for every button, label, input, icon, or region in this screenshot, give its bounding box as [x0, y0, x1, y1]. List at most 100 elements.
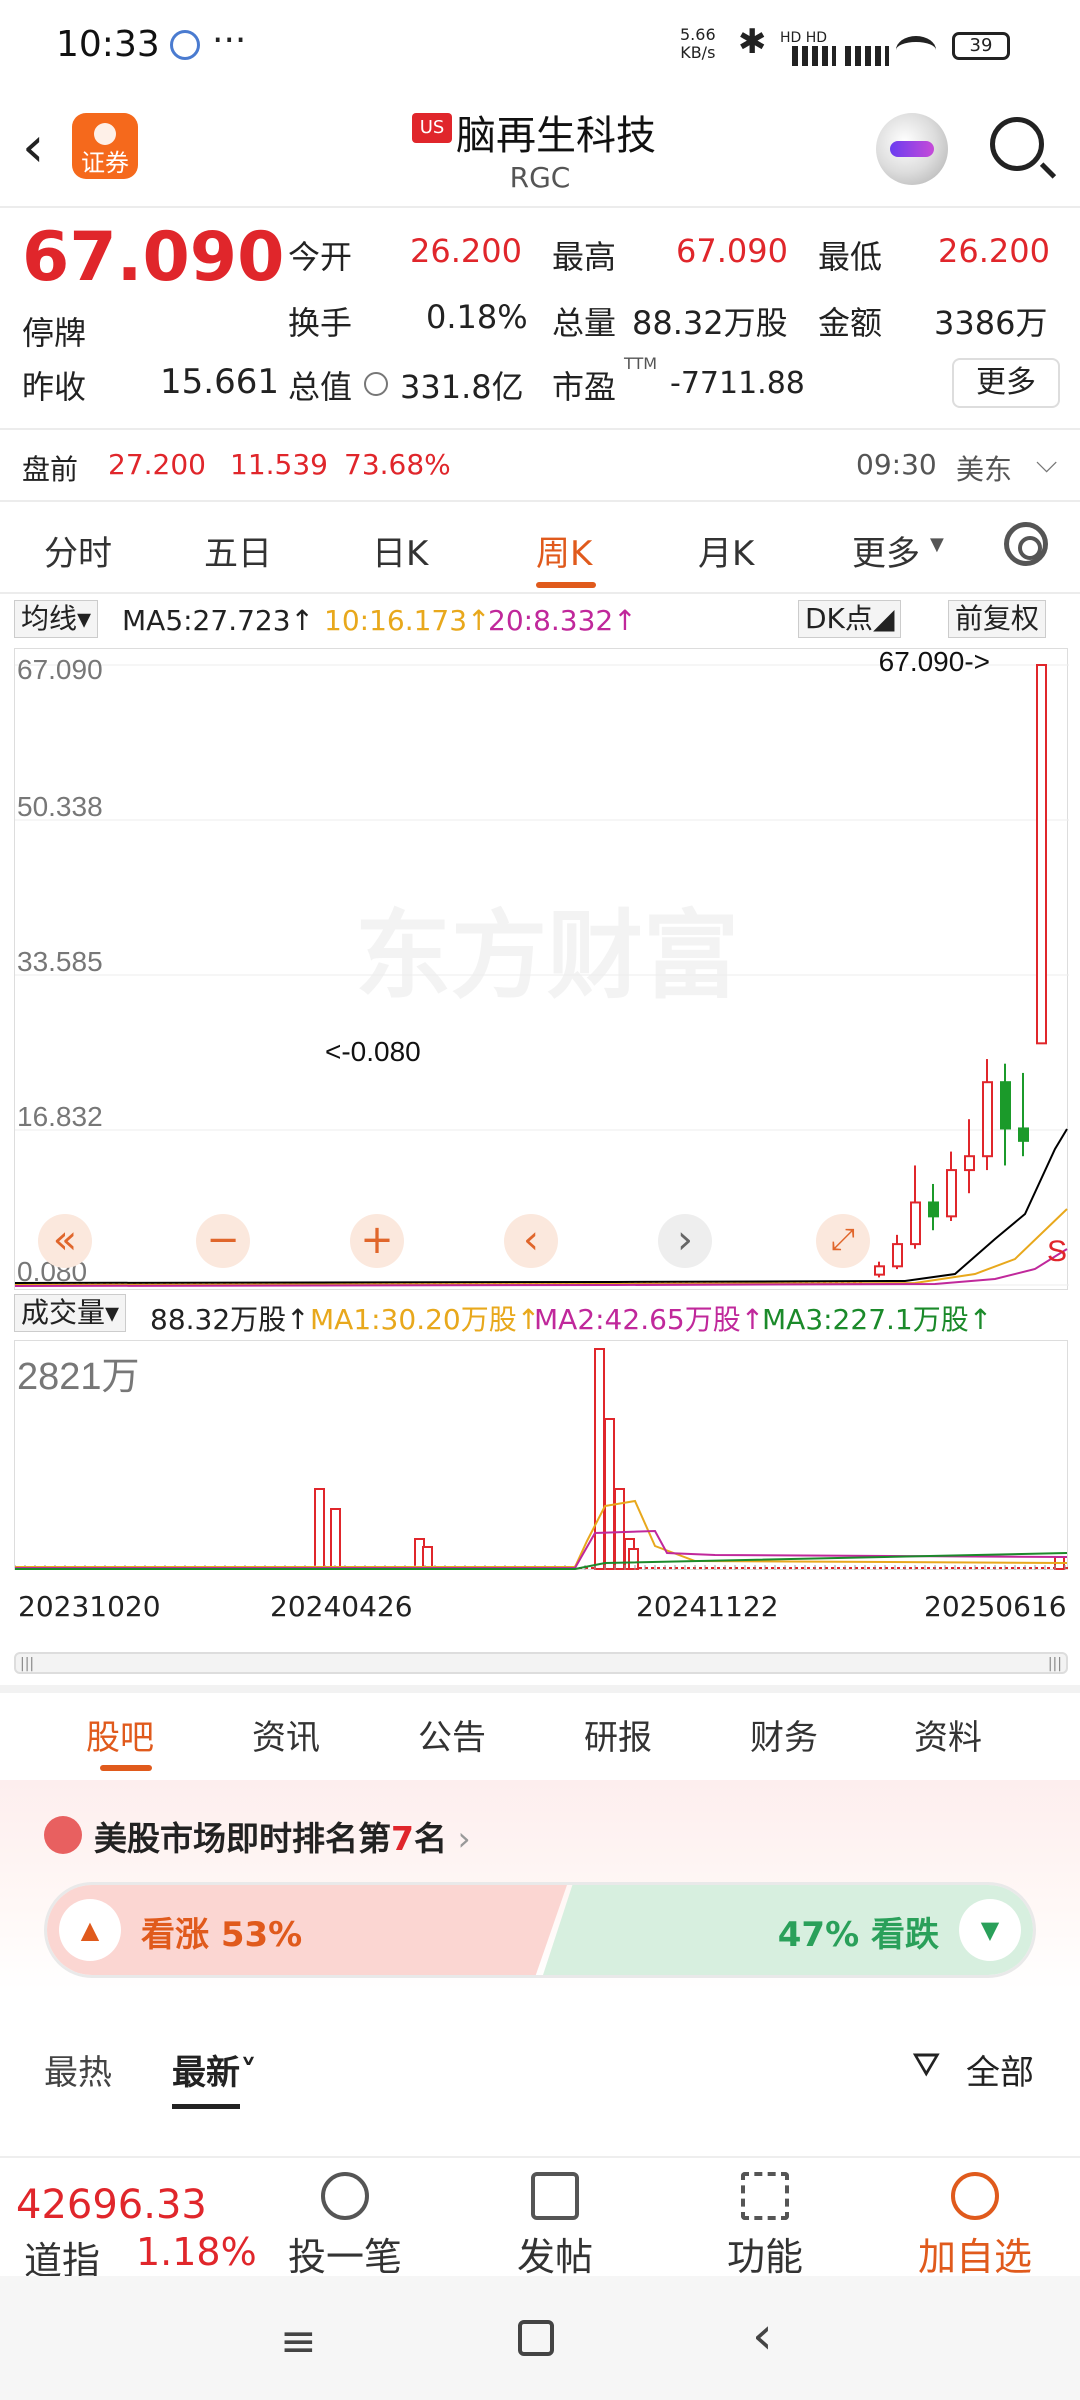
chart-range-scrollbar[interactable]: ||| ||| — [14, 1652, 1068, 1674]
candlestick-chart[interactable]: 东方财富 67.090 50.338 33.585 16.832 0.080 67.09… — [14, 646, 1069, 1290]
filter-underline — [172, 2104, 240, 2109]
volume-bar — [969, 1567, 972, 1569]
dk-point-selector[interactable]: DK点◢ — [798, 600, 902, 638]
settings-gear-icon[interactable] — [1004, 522, 1048, 566]
chart-watermark: 东方财富 — [355, 903, 739, 1010]
volume-bar — [1047, 1567, 1050, 1569]
volume-bar — [594, 1348, 605, 1570]
volume-bar — [614, 1488, 625, 1570]
search-icon[interactable] — [990, 117, 1044, 171]
bottom-toolbar: 42696.33 道指 1.18% 投一笔 发帖 功能 加自选 — [0, 2156, 1080, 2283]
volume-indicator-selector[interactable]: 成交量▾ — [14, 1294, 127, 1332]
premarket-time: 09:30 — [856, 448, 937, 481]
scroll-handle-right[interactable]: ||| — [1048, 1656, 1062, 1672]
filter-icon[interactable]: ⛛ — [912, 2045, 941, 2085]
grid-icon — [741, 2172, 789, 2220]
tab-weekly-k[interactable]: 周K — [536, 526, 592, 575]
tab-intraday[interactable]: 分时 — [44, 526, 112, 575]
tab-announcements[interactable]: 公告 — [418, 1710, 486, 1759]
turnover-label: 换手 — [288, 304, 353, 342]
tab-financials[interactable]: 财务 — [750, 1710, 818, 1759]
bet-button[interactable]: 投一笔 — [280, 2172, 410, 2281]
candle-body — [1000, 1081, 1011, 1130]
plus-circle-icon — [951, 2172, 999, 2220]
volume-bar — [1041, 1567, 1044, 1569]
volume-bar — [999, 1567, 1002, 1569]
add-watchlist-button[interactable]: 加自选 — [900, 2172, 1050, 2281]
candle-body — [982, 1081, 993, 1158]
assistant-robot-icon[interactable] — [876, 113, 948, 185]
volume-chart[interactable]: 2821万 — [14, 1340, 1068, 1570]
status-bar: 10:33 ··· 5.66 KB/s ✱ HD HD 39 — [0, 0, 1080, 90]
tab-daily-k[interactable]: 日K — [372, 526, 428, 575]
volume-bar — [801, 1567, 804, 1569]
volume-bar — [909, 1567, 912, 1569]
filter-newest[interactable]: 最新˅ — [172, 2045, 257, 2094]
tab-profile[interactable]: 资料 — [914, 1710, 982, 1759]
candle-body — [928, 1201, 939, 1218]
volume-bar — [861, 1567, 864, 1569]
scroll-handle-left[interactable]: ||| — [20, 1656, 34, 1672]
tab-monthly-k[interactable]: 月K — [698, 526, 754, 575]
volume-bar — [759, 1567, 762, 1569]
chart-period-tabs: 分时 五日 日K 周K 月K 更多 ▼ — [0, 500, 1080, 592]
ma20-value: 20:8.332↑ — [488, 604, 637, 637]
volume-bar — [1029, 1567, 1032, 1569]
volume-bar — [939, 1567, 942, 1569]
back-nav-icon[interactable]: ‹ — [752, 2306, 773, 2366]
volume-bar — [657, 1567, 660, 1569]
open-value: 26.200 — [410, 232, 522, 270]
tab-research[interactable]: 研报 — [584, 1710, 652, 1759]
max-price-marker: 67.090-> — [879, 649, 990, 677]
candle-body — [946, 1169, 957, 1218]
scroll-right-icon[interactable]: › — [658, 1214, 712, 1268]
sell-signal-marker: S — [1047, 1235, 1067, 1268]
volume-bar — [699, 1567, 702, 1569]
features-button[interactable]: 功能 — [710, 2172, 820, 2281]
bearish-percent: 47% 看跌 — [777, 1915, 939, 1955]
tab-five-day[interactable]: 五日 — [204, 526, 272, 575]
date-tick-1: 20231020 — [18, 1590, 161, 1623]
vote-down-button[interactable]: ▼ — [959, 1899, 1021, 1961]
tab-news[interactable]: 资讯 — [252, 1710, 320, 1759]
vol-ma1: MA1:30.20万股↑ — [310, 1303, 541, 1336]
stock-header: ‹ 证券 US 脑再生科技 RGC — [0, 95, 1080, 205]
index-value[interactable]: 42696.33 — [16, 2182, 207, 2228]
volume-bar — [777, 1567, 780, 1569]
status-time: 10:33 — [56, 24, 160, 65]
system-nav-bar: ≡ ‹ — [0, 2276, 1080, 2400]
vote-up-button[interactable]: ▲ — [59, 1899, 121, 1961]
zoom-out-icon[interactable]: − — [196, 1214, 250, 1268]
fullscreen-icon[interactable]: ⤢ — [816, 1214, 870, 1268]
volume-value: 88.32万股↑ — [150, 1303, 310, 1336]
candle-body — [1036, 664, 1047, 1045]
y-tick-label: 16.832 — [17, 1101, 103, 1132]
more-quote-button[interactable]: 更多 — [952, 358, 1060, 408]
price-adjust-selector[interactable]: 前复权 — [948, 600, 1047, 638]
divider — [0, 428, 1080, 430]
ma-type-selector[interactable]: 均线▾ — [14, 600, 99, 638]
y-tick-label: 67.090 — [17, 654, 103, 685]
premarket-price: 27.200 — [108, 448, 206, 481]
home-icon[interactable] — [518, 2320, 554, 2356]
volume-bar — [1017, 1567, 1020, 1569]
volume-bar — [591, 1567, 594, 1569]
amount-label: 金额 — [818, 304, 883, 342]
rewind-icon[interactable]: « — [38, 1214, 92, 1268]
filter-hot[interactable]: 最热 — [44, 2045, 112, 2094]
menu-icon[interactable]: ≡ — [280, 2316, 317, 2367]
turnover-value: 0.18% — [426, 298, 528, 336]
post-button[interactable]: 发帖 — [500, 2172, 610, 2281]
volume-bar — [957, 1567, 960, 1569]
market-rank-link[interactable]: 美股市场即时排名第7名 › — [94, 1812, 471, 1860]
chevron-down-icon[interactable]: ⌵ — [1036, 446, 1057, 480]
index-pct[interactable]: 1.18% — [136, 2230, 257, 2274]
tab-stock-forum[interactable]: 股吧 — [86, 1710, 154, 1759]
zoom-in-icon[interactable]: + — [350, 1214, 404, 1268]
edit-icon — [531, 2172, 579, 2220]
tab-more[interactable]: 更多 — [852, 526, 920, 575]
filter-all[interactable]: 全部 — [966, 2045, 1034, 2094]
scroll-left-icon[interactable]: ‹ — [504, 1214, 558, 1268]
info-icon[interactable] — [364, 372, 388, 396]
ma10-value: 10:16.173↑ — [324, 604, 491, 637]
